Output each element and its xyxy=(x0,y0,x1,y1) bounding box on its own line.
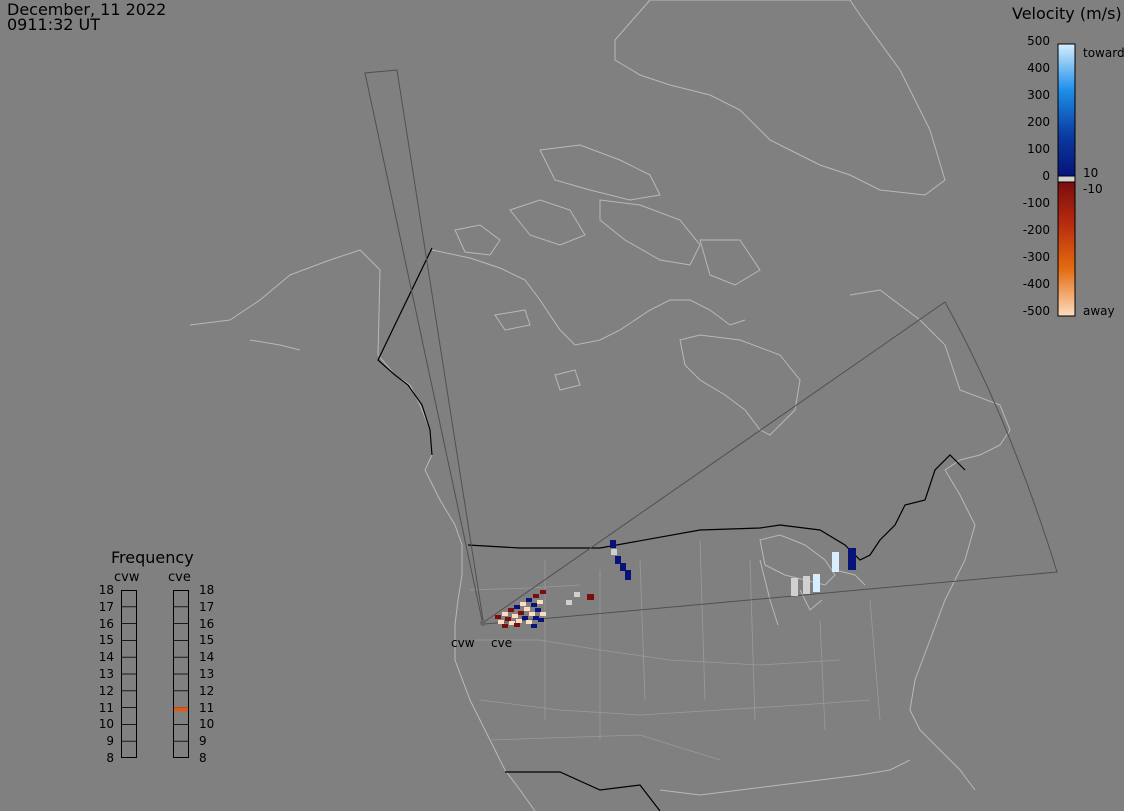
frequency-label: 9 xyxy=(106,734,114,749)
frequency-box-cve xyxy=(173,590,189,758)
frequency-label: 17 xyxy=(98,599,114,614)
velocity-colorbar xyxy=(1057,43,1076,317)
toward-label: toward xyxy=(1083,46,1124,60)
frequency-label: 16 xyxy=(199,616,215,631)
colorbar-tick: 500 xyxy=(1027,34,1050,48)
frequency-label: 15 xyxy=(199,633,215,648)
frequency-label: 14 xyxy=(199,650,215,665)
radar-plot: December, 11 2022 0911:32 UT Velocity (m… xyxy=(0,0,1124,811)
station-label-cvw: cvw xyxy=(451,636,475,650)
colorbar-tick: -500 xyxy=(1022,304,1050,318)
frequency-label: 11 xyxy=(98,700,114,715)
away-label: away xyxy=(1083,304,1115,318)
colorbar-tick: 0 xyxy=(1042,169,1050,183)
colorbar-tick: 300 xyxy=(1027,88,1050,102)
pos-threshold-label: 10 xyxy=(1083,166,1099,180)
map-canvas xyxy=(121,0,1076,811)
station-label-cve: cve xyxy=(491,636,513,650)
frequency-label: 17 xyxy=(199,599,215,614)
frequency-label: 14 xyxy=(98,650,114,665)
colorbar-tick: -100 xyxy=(1022,196,1050,210)
frequency-label: 8 xyxy=(199,751,207,765)
frequency-label: 13 xyxy=(98,667,114,681)
frequency-box-cvw xyxy=(121,590,137,758)
colorbar-tick: 200 xyxy=(1027,115,1050,129)
field-of-view xyxy=(364,69,1058,625)
state-lines xyxy=(469,539,881,761)
frequency-label: 11 xyxy=(199,700,215,715)
frequency-label: 13 xyxy=(199,667,215,681)
colorbar-tick: -400 xyxy=(1022,277,1050,291)
frequency-label: 10 xyxy=(199,717,215,732)
frequency-label: 9 xyxy=(199,734,207,749)
radar-name-cvw: cvw xyxy=(114,570,140,585)
colorbar-tick: -300 xyxy=(1022,250,1050,264)
frequency-label: 12 xyxy=(199,683,215,698)
time-label: 0911:32 UT xyxy=(7,15,101,34)
colorbar-tick: -200 xyxy=(1022,223,1050,237)
frequency-label: 15 xyxy=(98,633,114,648)
national-borders xyxy=(377,247,966,811)
neg-threshold-label: -10 xyxy=(1083,182,1103,196)
velocity-cells xyxy=(495,540,856,628)
frequency-label: 18 xyxy=(199,583,215,597)
colorbar-tick: 400 xyxy=(1027,61,1050,75)
frequency-title: Frequency xyxy=(111,548,194,567)
radar-sites xyxy=(480,620,486,626)
frequency-label: 8 xyxy=(106,751,114,765)
colorbar-tick: 100 xyxy=(1027,142,1050,156)
radar-name-cve: cve xyxy=(168,570,191,585)
frequency-label: 12 xyxy=(98,683,114,698)
frequency-label: 18 xyxy=(98,583,114,597)
colorbar-title: Velocity (m/s) xyxy=(1012,4,1122,23)
frequency-label: 16 xyxy=(98,616,114,631)
frequency-label: 10 xyxy=(98,717,114,732)
